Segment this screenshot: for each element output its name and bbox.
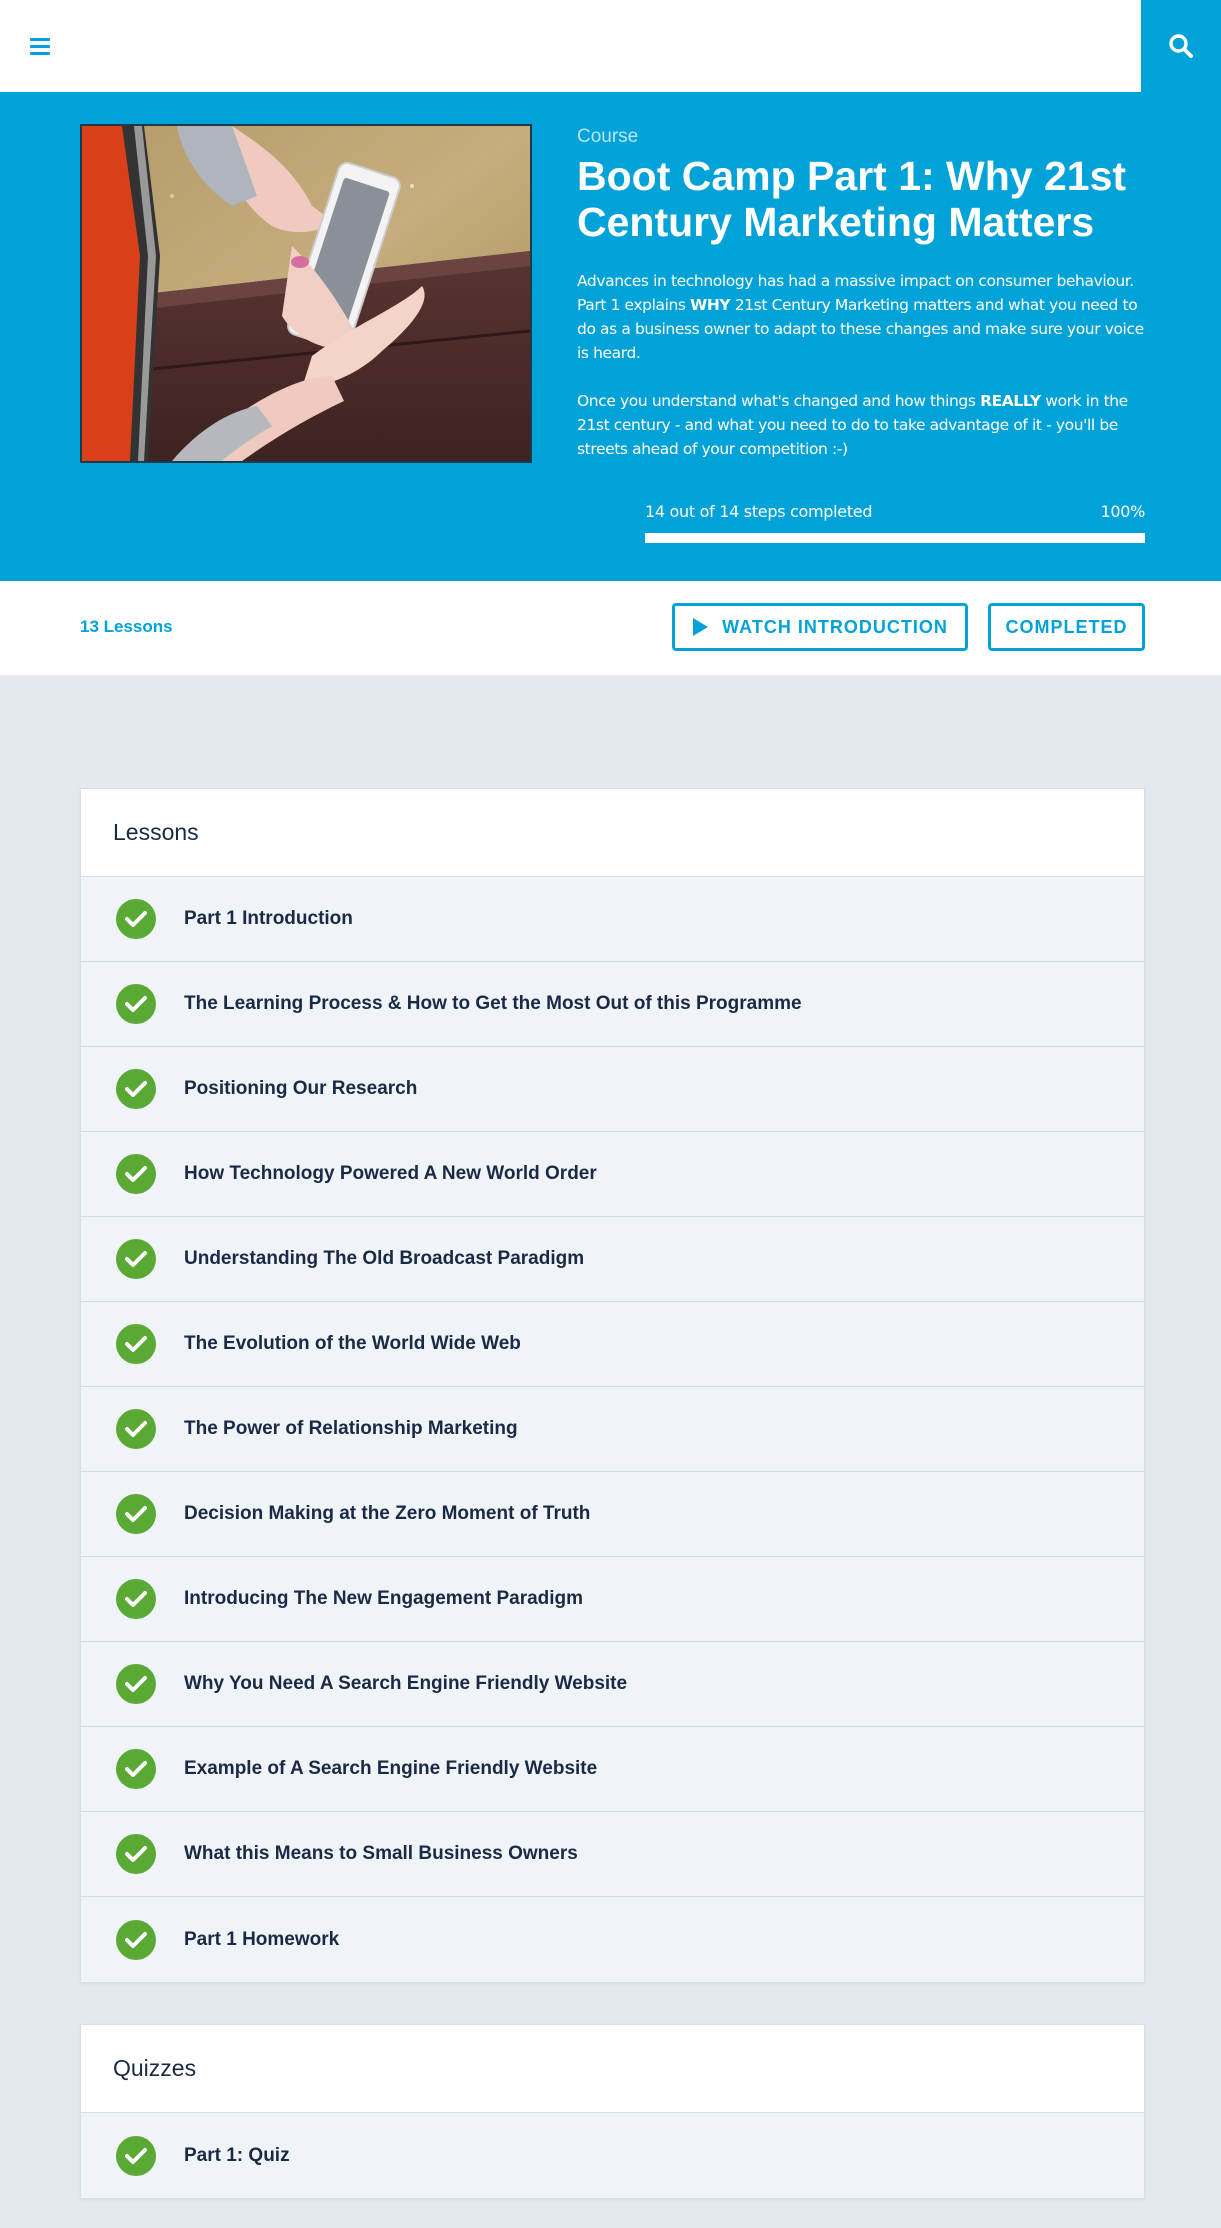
lesson-row-title: Example of A Search Engine Friendly Webs… (184, 1758, 598, 1779)
course-description-paragraph-1: Advances in technology has had a massive… (577, 272, 1144, 362)
lesson-row[interactable]: Part 1 Homework (81, 1897, 1144, 1982)
lesson-row[interactable]: How Technology Powered A New World Order (81, 1132, 1144, 1217)
course-hero: Course Boot Camp Part 1: Why 21st Centur… (0, 92, 1221, 581)
lessons-list: Part 1 Introduction The Learning Process … (81, 877, 1144, 1982)
lesson-row[interactable]: The Power of Relationship Marketing (81, 1387, 1144, 1472)
completed-check-icon (116, 1919, 156, 1960)
lesson-row-title: The Learning Process & How to Get the Mo… (184, 993, 802, 1014)
completed-check-icon (116, 1409, 156, 1449)
completed-check-icon (116, 1324, 156, 1364)
quizzes-heading: Quizzes (81, 2025, 1144, 2113)
completed-check-icon (116, 1494, 156, 1534)
lesson-row[interactable]: What this Means to Small Business Owners (81, 1812, 1144, 1897)
completed-check-icon (116, 1069, 156, 1109)
completed-check-icon (116, 1664, 156, 1704)
lesson-row-title: Introducing The New Engagement Paradigm (184, 1588, 584, 1609)
completed-check-icon (116, 984, 156, 1024)
completed-check-icon (116, 1154, 156, 1194)
completed-button[interactable]: COMPLETED (988, 603, 1145, 651)
progress-bar-fill (645, 533, 1145, 543)
course-title: Boot Camp Part 1: Why 21st Century Marke… (577, 153, 1127, 245)
completed-label: COMPLETED (1005, 616, 1128, 637)
lesson-row-title: Part 1 Homework (184, 1928, 340, 1950)
search-icon (1169, 34, 1193, 58)
lesson-row-title: The Power of Relationship Marketing (184, 1418, 518, 1439)
lessons-card: Lessons Part 1 Introduction The Learning … (80, 788, 1145, 1983)
watch-introduction-label: WATCH INTRODUCTION (722, 616, 948, 637)
quiz-row-title: Part 1: Quiz (184, 2144, 290, 2166)
completed-check-icon (116, 1579, 156, 1619)
course-description: Advances in technology has had a massive… (577, 269, 1145, 461)
lesson-row-title: What this Means to Small Business Owners (184, 1843, 578, 1864)
quizzes-card: Quizzes Part 1: Quiz (80, 2024, 1145, 2199)
lesson-row[interactable]: Part 1 Introduction (81, 877, 1144, 962)
progress-percent: 100% (1100, 502, 1145, 521)
lesson-row-title: Positioning Our Research (184, 1078, 418, 1099)
completed-check-icon (116, 1749, 156, 1789)
lesson-row-title: How Technology Powered A New World Order (184, 1163, 597, 1184)
lesson-row[interactable]: Why You Need A Search Engine Friendly We… (81, 1642, 1144, 1727)
lesson-row-title: Decision Making at the Zero Moment of Tr… (184, 1503, 591, 1524)
progress-bar (645, 533, 1145, 543)
play-icon (693, 618, 709, 636)
course-eyebrow: Course (577, 126, 639, 147)
progress-steps-text: 14 out of 14 steps completed (645, 502, 873, 521)
lessons-heading: Lessons (81, 789, 1144, 877)
lesson-row-title: Why You Need A Search Engine Friendly We… (184, 1673, 628, 1694)
lesson-row[interactable]: The Learning Process & How to Get the Mo… (81, 962, 1144, 1047)
course-action-bar: 13 Lessons WATCH INTRODUCTION COMPLETED (0, 581, 1221, 675)
lesson-row[interactable]: Decision Making at the Zero Moment of Tr… (81, 1472, 1144, 1557)
lesson-row-title: The Evolution of the World Wide Web (184, 1333, 521, 1354)
lesson-count: 13 Lessons (80, 617, 173, 636)
top-bar (0, 0, 1221, 92)
watch-introduction-button[interactable]: WATCH INTRODUCTION (672, 603, 968, 651)
course-progress: 14 out of 14 steps completed 100% (645, 502, 1145, 543)
hamburger-menu-icon[interactable] (20, 26, 60, 66)
lesson-row-title: Part 1 Introduction (184, 908, 353, 929)
lesson-row[interactable]: Example of A Search Engine Friendly Webs… (81, 1727, 1144, 1812)
lesson-row-title: Understanding The Old Broadcast Paradigm (184, 1248, 585, 1269)
completed-check-icon (116, 2135, 156, 2176)
quiz-row[interactable]: Part 1: Quiz (81, 2113, 1144, 2198)
lesson-row[interactable]: The Evolution of the World Wide Web (81, 1302, 1144, 1387)
lesson-row[interactable]: Understanding The Old Broadcast Paradigm (81, 1217, 1144, 1302)
completed-check-icon (116, 1239, 156, 1279)
lesson-row[interactable]: Positioning Our Research (81, 1047, 1144, 1132)
quizzes-list: Part 1: Quiz (81, 2113, 1144, 2198)
course-info: Course Boot Camp Part 1: Why 21st Centur… (577, 126, 1145, 485)
search-button[interactable] (1141, 0, 1221, 92)
lesson-row[interactable]: Introducing The New Engagement Paradigm (81, 1557, 1144, 1642)
completed-check-icon (116, 1834, 156, 1874)
completed-check-icon (116, 899, 156, 939)
course-description-paragraph-2: Once you understand what's changed and h… (577, 392, 1128, 458)
course-image (80, 124, 532, 463)
